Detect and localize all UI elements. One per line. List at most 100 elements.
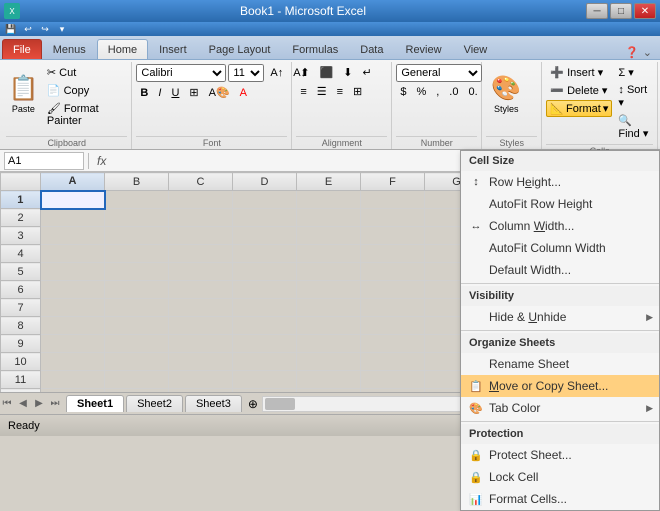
autofit-row-item[interactable]: AutoFit Row Height [461,193,659,215]
format-painter-button[interactable]: 🖌 Format Painter [43,100,128,129]
align-center-button[interactable]: ☰ [313,83,331,100]
cell-F5[interactable] [361,263,425,281]
cell-D6[interactable] [233,281,297,299]
currency-button[interactable]: $ [396,84,410,100]
col-header-d[interactable]: D [233,173,297,191]
tab-data[interactable]: Data [349,39,394,59]
border-button[interactable]: ⊞ [185,84,202,101]
row-header-10[interactable]: 10 [1,353,41,371]
cell-F6[interactable] [361,281,425,299]
col-width-item[interactable]: ↔ Column Width... [461,215,659,237]
align-right-button[interactable]: ≡ [333,84,347,100]
cell-A2[interactable] [41,209,105,227]
sheet-tab-sheet2[interactable]: Sheet2 [126,395,183,412]
cell-A9[interactable] [41,335,105,353]
cell-B1[interactable] [105,191,169,209]
cell-A1[interactable] [41,191,105,209]
cell-D5[interactable] [233,263,297,281]
quick-access-dropdown[interactable]: ▾ [55,23,69,35]
cell-B8[interactable] [105,317,169,335]
align-top-button[interactable]: ⬆ [296,64,313,81]
cell-B9[interactable] [105,335,169,353]
default-width-item[interactable]: Default Width... [461,259,659,281]
tab-page-layout[interactable]: Page Layout [198,39,282,59]
cell-D2[interactable] [233,209,297,227]
italic-button[interactable]: I [154,85,165,101]
sum-button[interactable]: Σ ▾ [614,64,653,81]
cell-A4[interactable] [41,245,105,263]
cell-B6[interactable] [105,281,169,299]
tab-view[interactable]: View [453,39,499,59]
cell-F4[interactable] [361,245,425,263]
redo-quick-button[interactable]: ↪ [38,23,52,35]
cell-A12[interactable] [41,389,105,393]
undo-quick-button[interactable]: ↩ [21,23,35,35]
cell-B2[interactable] [105,209,169,227]
next-sheet-button[interactable]: ▶ [32,398,46,409]
cell-C5[interactable] [169,263,233,281]
cell-D7[interactable] [233,299,297,317]
row-header-5[interactable]: 5 [1,263,41,281]
cell-E9[interactable] [297,335,361,353]
hide-unhide-item[interactable]: Hide & Unhide [461,306,659,328]
cell-C11[interactable] [169,371,233,389]
sort-button[interactable]: ↕ Sort ▾ [614,82,653,111]
cell-C8[interactable] [169,317,233,335]
cell-A6[interactable] [41,281,105,299]
cell-A3[interactable] [41,227,105,245]
cell-C12[interactable] [169,389,233,393]
tab-review[interactable]: Review [395,39,453,59]
save-quick-button[interactable]: 💾 [4,23,18,35]
insert-button[interactable]: ➕ Insert ▾ [546,64,612,81]
cell-A11[interactable] [41,371,105,389]
cell-E4[interactable] [297,245,361,263]
increase-decimal-button[interactable]: .0 [445,84,462,100]
tab-formulas[interactable]: Formulas [281,39,349,59]
decrease-decimal-button[interactable]: 0. [464,84,481,100]
cell-B3[interactable] [105,227,169,245]
cell-C3[interactable] [169,227,233,245]
row-header-8[interactable]: 8 [1,317,41,335]
help-icon[interactable]: ❓ [625,46,639,59]
cell-E12[interactable] [297,389,361,393]
autofit-col-item[interactable]: AutoFit Column Width [461,237,659,259]
font-family-select[interactable]: Calibri [136,64,226,82]
wrap-text-button[interactable]: ↵ [358,64,375,81]
cell-E10[interactable] [297,353,361,371]
fill-color-button[interactable]: A🎨 [205,84,234,101]
cell-E3[interactable] [297,227,361,245]
ribbon-toggle[interactable]: ⌄ [643,46,652,59]
first-sheet-button[interactable]: ⏮ [0,398,14,409]
cell-F9[interactable] [361,335,425,353]
cell-E8[interactable] [297,317,361,335]
cell-C10[interactable] [169,353,233,371]
cell-B4[interactable] [105,245,169,263]
cell-D11[interactable] [233,371,297,389]
cell-D3[interactable] [233,227,297,245]
lock-cell-item[interactable]: 🔒 Lock Cell [461,466,659,488]
cell-F7[interactable] [361,299,425,317]
cell-B7[interactable] [105,299,169,317]
minimize-button[interactable]: ─ [586,3,608,19]
cell-F1[interactable] [361,191,425,209]
underline-button[interactable]: U [167,85,183,101]
row-header-7[interactable]: 7 [1,299,41,317]
percent-button[interactable]: % [412,84,430,100]
align-middle-button[interactable]: ⬛ [316,64,338,81]
cell-C2[interactable] [169,209,233,227]
col-header-e[interactable]: E [297,173,361,191]
font-size-select[interactable]: 11 [228,64,264,82]
cell-C1[interactable] [169,191,233,209]
col-header-a[interactable]: A [41,173,105,191]
cell-D12[interactable] [233,389,297,393]
tab-file[interactable]: File [2,39,42,59]
tab-home[interactable]: Home [97,39,148,59]
format-cells-item[interactable]: 📊 Format Cells... [461,488,659,510]
bold-button[interactable]: B [136,85,152,101]
col-header-b[interactable]: B [105,173,169,191]
cell-D4[interactable] [233,245,297,263]
font-color-button[interactable]: A [236,85,251,101]
row-header-3[interactable]: 3 [1,227,41,245]
row-header-2[interactable]: 2 [1,209,41,227]
cell-E6[interactable] [297,281,361,299]
